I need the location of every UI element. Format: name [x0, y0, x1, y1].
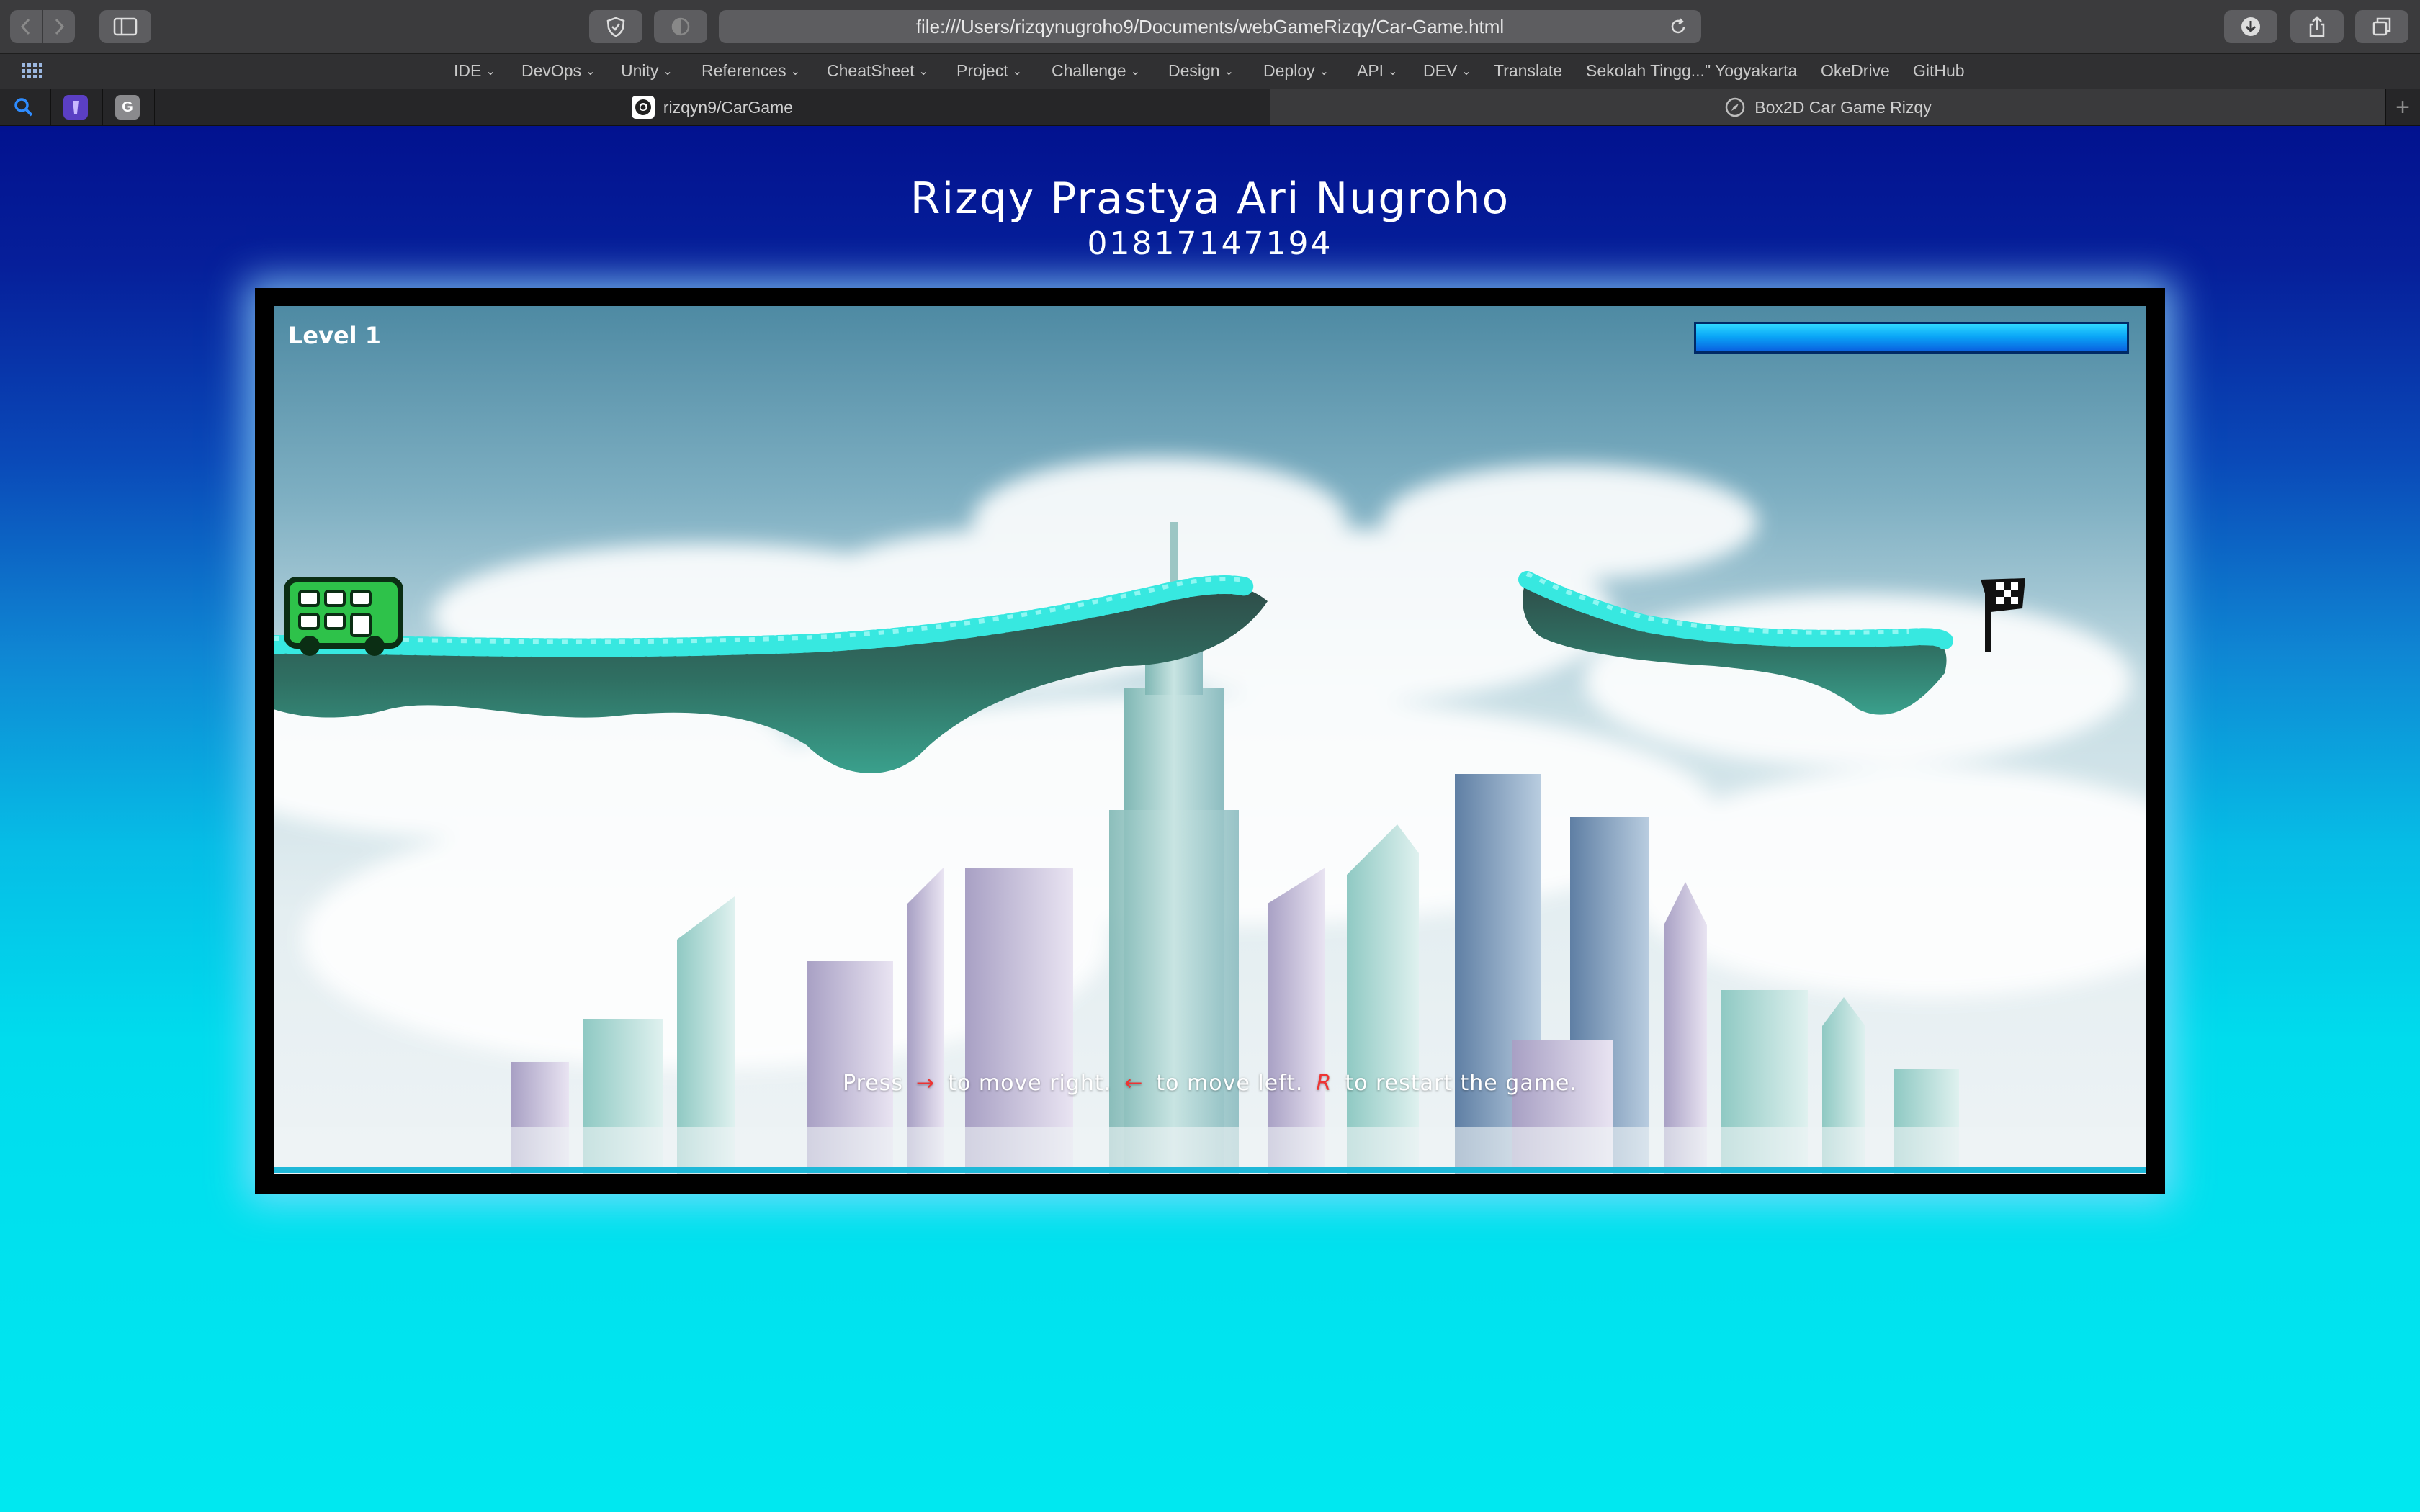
tab-overview-button[interactable]: [2355, 10, 2408, 43]
controls-instructions: Press → to move right. ← to move left. R…: [0, 1071, 2420, 1096]
pinned-tab-g[interactable]: G: [115, 95, 140, 120]
chevron-left-icon: [20, 18, 30, 35]
chevron-down-icon: ⌄: [1130, 65, 1140, 78]
search-icon: [14, 98, 33, 117]
sidebar-button[interactable]: [99, 10, 151, 43]
address-bar-url: file:///Users/rizqynugroho9/Documents/we…: [915, 15, 1505, 37]
bookmark-label: Project: [956, 61, 1008, 80]
level-label: Level 1: [288, 322, 382, 349]
pinned-tab-extension[interactable]: [63, 95, 88, 120]
downloads-button[interactable]: [2224, 10, 2277, 43]
g-icon: G: [122, 99, 133, 115]
page-body: Rizqy Prastya Ari Nugroho 01817147194 Le…: [0, 126, 2420, 1512]
github-icon: [631, 96, 655, 119]
back-button[interactable]: [10, 10, 42, 43]
chevron-down-icon: ⌄: [485, 65, 496, 78]
bookmark-label: Translate: [1494, 61, 1563, 80]
bookmark-label: OkeDrive: [1821, 61, 1890, 80]
tab-title: Box2D Car Game Rizqy: [1754, 97, 1932, 117]
reload-icon[interactable]: [1668, 17, 1688, 37]
right-arrow-key: →: [916, 1071, 936, 1096]
left-arrow-key: ←: [1124, 1071, 1144, 1096]
chevron-down-icon: ⌄: [1388, 65, 1398, 78]
tab-car-game[interactable]: Box2D Car Game Rizqy: [1270, 89, 2385, 125]
player-car: [284, 577, 403, 656]
tabs-icon: [2372, 17, 2391, 36]
bookmark-github[interactable]: GitHub: [1913, 61, 1965, 81]
chevron-down-icon: ⌄: [1012, 65, 1022, 78]
bookmark-unity[interactable]: Unity ⌄: [621, 61, 673, 81]
apps-grid-icon[interactable]: [22, 63, 42, 79]
bookmark-design[interactable]: Design ⌄: [1168, 61, 1234, 81]
game-scene: [274, 306, 2146, 1174]
bookmark-label: Deploy: [1263, 61, 1315, 80]
player-name: Rizqy Prastya Ari Nugroho: [910, 174, 1510, 224]
bookmark-label: IDE: [454, 61, 482, 80]
chevron-down-icon: ⌄: [1319, 65, 1330, 78]
address-bar[interactable]: file:///Users/rizqynugroho9/Documents/we…: [719, 10, 1701, 43]
chevron-down-icon: ⌄: [918, 65, 928, 78]
bookmark-references[interactable]: References ⌄: [702, 61, 800, 81]
bookmark-cheatsheet[interactable]: CheatSheet ⌄: [827, 61, 928, 81]
bookmark-label: API: [1357, 61, 1384, 80]
chevron-down-icon: ⌄: [1461, 65, 1471, 78]
chevron-down-icon: ⌄: [790, 65, 801, 78]
bookmarks-bar: IDE ⌄ DevOps ⌄ Unity ⌄ References ⌄ CheatShe…: [0, 54, 2420, 89]
bookmark-deploy[interactable]: Deploy ⌄: [1263, 61, 1329, 81]
level-progress-fill: [1696, 324, 2127, 351]
bookmark-devops[interactable]: DevOps ⌄: [521, 61, 596, 81]
player-id: 01817147194: [1087, 225, 1333, 262]
bookmark-translate[interactable]: Translate: [1494, 61, 1562, 81]
bookmark-label: DevOps: [521, 61, 582, 80]
instruction-press: Press: [843, 1071, 904, 1096]
browser-toolbar: file:///Users/rizqynugroho9/Documents/we…: [0, 0, 2420, 54]
bookmark-okedrive[interactable]: OkeDrive: [1821, 61, 1890, 81]
chevron-down-icon: ⌄: [1224, 65, 1234, 78]
canvas-bottom-edge: [274, 1167, 2146, 1173]
bookmark-label: GitHub: [1913, 61, 1965, 80]
chevron-right-icon: [55, 18, 65, 35]
bookmark-api[interactable]: API ⌄: [1357, 61, 1397, 81]
half-circle-icon: [671, 17, 690, 36]
bookmark-label: Challenge: [1052, 61, 1126, 80]
forward-button[interactable]: [43, 10, 75, 43]
tab-cargame-repo[interactable]: rizqyn9/CarGame: [155, 89, 1270, 125]
instruction-right: to move right.: [948, 1071, 1112, 1096]
sidebar-icon: [113, 17, 138, 36]
bookmark-label: Sekolah Tingg..." Yogyakarta: [1586, 61, 1798, 80]
compass-icon: [1726, 97, 1745, 117]
restart-key: R: [1316, 1071, 1332, 1096]
bookmark-project[interactable]: Project ⌄: [956, 61, 1022, 81]
bookmark-label: DEV: [1423, 61, 1458, 80]
share-icon: [2309, 16, 2325, 37]
bookmark-ide[interactable]: IDE ⌄: [454, 61, 496, 81]
bookmark-dev[interactable]: DEV ⌄: [1423, 61, 1471, 81]
extension-icon: [73, 101, 79, 114]
shield-icon: [606, 17, 625, 37]
level-progress-bar: [1694, 322, 2129, 354]
bookmark-sekolah[interactable]: Sekolah Tingg..." Yogyakarta: [1586, 61, 1797, 81]
bookmark-label: References: [702, 61, 786, 80]
share-button[interactable]: [2290, 10, 2344, 43]
bookmark-challenge[interactable]: Challenge ⌄: [1052, 61, 1140, 81]
pinned-tab-search[interactable]: [12, 95, 36, 120]
download-icon: [2241, 17, 2260, 36]
extension-button[interactable]: [654, 10, 707, 43]
bookmark-label: Unity: [621, 61, 659, 80]
bookmark-label: CheatSheet: [827, 61, 915, 80]
tab-bar: G rizqyn9/CarGame Box2D Car Game Rizqy +: [0, 89, 2420, 126]
instruction-left: to move left.: [1156, 1071, 1304, 1096]
chevron-down-icon: ⌄: [663, 65, 673, 78]
tab-title: rizqyn9/CarGame: [663, 97, 794, 117]
plus-icon: +: [2396, 94, 2410, 121]
game-canvas[interactable]: Level 1: [274, 306, 2146, 1174]
instruction-restart: to restart the game.: [1345, 1071, 1577, 1096]
new-tab-button[interactable]: +: [2396, 94, 2410, 122]
bookmark-label: Design: [1168, 61, 1220, 80]
privacy-report-button[interactable]: [589, 10, 642, 43]
chevron-down-icon: ⌄: [586, 65, 596, 78]
